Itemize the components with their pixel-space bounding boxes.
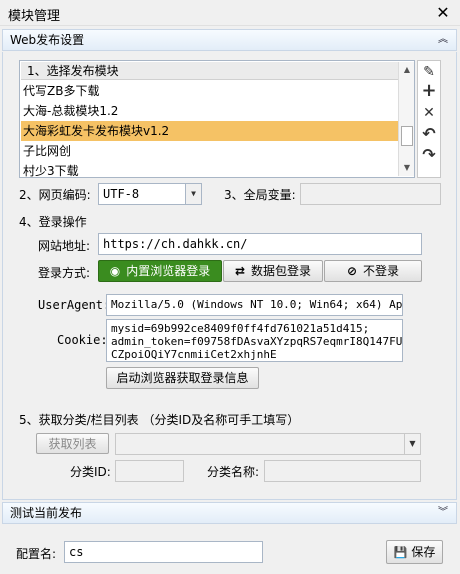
save-button-label: 保存	[411, 545, 436, 559]
list-item-selected[interactable]: 大海彩虹发卡发布模块v1.2	[21, 121, 399, 141]
chevron-down-icon[interactable]: ▼	[185, 184, 201, 204]
login-method-label: 登录方式:	[38, 266, 91, 280]
redo-icon[interactable]: ↷	[419, 145, 439, 165]
module-list-scrollbar[interactable]: ▲ ▼	[398, 62, 414, 176]
radio-on-icon: ◉	[109, 264, 121, 278]
delete-icon[interactable]: ✕	[419, 103, 439, 123]
window-title: 模块管理	[8, 9, 61, 24]
add-icon[interactable]: +	[419, 81, 439, 101]
encoding-value: UTF-8	[103, 187, 140, 201]
site-url-input[interactable]: https://ch.dahkk.cn/	[98, 233, 422, 255]
useragent-input[interactable]: Mozilla/5.0 (Windows NT 10.0; Win64; x64…	[106, 294, 403, 316]
category-section-label: 5、获取分类/栏目列表 （分类ID及名称可手工填写）	[19, 413, 300, 427]
category-name-input[interactable]	[264, 460, 421, 482]
list-item[interactable]: 大海-总裁模块1.2	[21, 101, 399, 121]
category-name-label: 分类名称:	[207, 465, 260, 479]
login-section-label: 4、登录操作	[19, 215, 87, 229]
scroll-thumb[interactable]	[401, 126, 413, 146]
login-method-builtin-browser[interactable]: ◉ 内置浏览器登录	[98, 260, 222, 282]
expand-icon[interactable]: ︾	[438, 503, 448, 523]
useragent-label: UserAgent:	[38, 298, 111, 312]
encoding-select[interactable]: UTF-8 ▼	[98, 183, 202, 205]
list-item[interactable]: 代写ZB多下载	[21, 81, 399, 101]
scroll-up-icon[interactable]: ▲	[399, 62, 414, 78]
undo-icon[interactable]: ↶	[419, 124, 439, 144]
shuffle-icon: ⇄	[234, 264, 246, 278]
login-method-builtin-label: 内置浏览器登录	[126, 264, 211, 278]
login-method-packet[interactable]: ⇄ 数据包登录	[223, 260, 323, 282]
category-select[interactable]: ▼	[115, 433, 421, 455]
test-publish-title: 测试当前发布	[10, 506, 83, 520]
cookie-textarea[interactable]: mysid=69b992ce8409f0ff4fd761021a51d415; …	[106, 319, 403, 362]
site-url-label: 网站地址:	[38, 239, 91, 253]
login-method-packet-label: 数据包登录	[251, 264, 312, 278]
web-settings-header[interactable]: Web发布设置 ︽	[2, 29, 457, 51]
module-list-header: 1、选择发布模块	[21, 62, 399, 80]
global-var-label: 3、全局变量:	[224, 188, 296, 202]
test-publish-header[interactable]: 测试当前发布 ︾	[2, 502, 457, 524]
module-list[interactable]: 1、选择发布模块 代写ZB多下载 大海-总裁模块1.2 大海彩虹发卡发布模块v1…	[19, 60, 415, 178]
scroll-down-icon[interactable]: ▼	[399, 160, 414, 176]
fetch-list-button[interactable]: 获取列表	[36, 433, 109, 454]
save-button[interactable]: 💾 保存	[386, 540, 443, 564]
list-item[interactable]: 子比网创	[21, 141, 399, 161]
category-id-input[interactable]	[115, 460, 184, 482]
collapse-icon[interactable]: ︽	[438, 30, 448, 50]
web-settings-title: Web发布设置	[10, 33, 85, 47]
config-name-label: 配置名:	[16, 547, 57, 561]
global-var-input[interactable]	[300, 183, 441, 205]
title-bar: 模块管理 ✕	[0, 0, 460, 26]
close-icon[interactable]: ✕	[432, 2, 454, 24]
cookie-label: Cookie:	[57, 333, 108, 347]
module-list-items: 代写ZB多下载 大海-总裁模块1.2 大海彩虹发卡发布模块v1.2 子比网创 村…	[21, 81, 399, 177]
edit-icon[interactable]: ✎	[419, 62, 439, 82]
category-id-label: 分类ID:	[70, 465, 111, 479]
login-method-none-label: 不登录	[363, 264, 400, 278]
launch-browser-button[interactable]: 启动浏览器获取登录信息	[106, 367, 259, 389]
module-toolbar: ✎ + ✕ ↶ ↷	[417, 60, 441, 178]
encoding-label: 2、网页编码:	[19, 188, 91, 202]
list-item[interactable]: 村少3下载	[21, 161, 399, 177]
config-name-input[interactable]: cs	[64, 541, 263, 563]
login-method-none[interactable]: ⊘ 不登录	[324, 260, 422, 282]
chevron-down-icon[interactable]: ▼	[404, 434, 420, 454]
save-icon: 💾	[393, 546, 408, 559]
ban-icon: ⊘	[346, 264, 358, 278]
